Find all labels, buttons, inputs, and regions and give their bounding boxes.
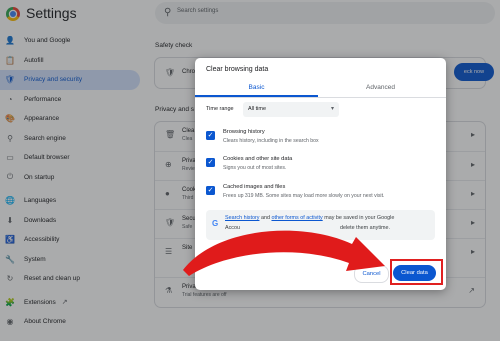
search-history-link[interactable]: Search history — [225, 215, 259, 221]
cancel-button[interactable]: Cancel — [354, 265, 389, 283]
option-subtitle: Frees up 319 MB. Some sites may load mor… — [223, 193, 385, 199]
dialog-title: Clear browsing data — [206, 66, 269, 73]
cached-images-checkbox[interactable]: ✓ — [206, 186, 215, 195]
clear-data-highlight — [390, 259, 443, 285]
clear-browsing-data-dialog: Clear browsing data Basic Advanced Time … — [195, 58, 446, 290]
notice-text: may be saved in your Google — [322, 215, 395, 221]
tab-basic[interactable]: Basic — [195, 80, 318, 96]
google-icon: G — [212, 219, 219, 228]
chevron-down-icon: ▾ — [330, 106, 334, 112]
time-range-label: Time range — [206, 106, 234, 112]
option-subtitle: Signs you out of most sites. — [223, 165, 287, 171]
notice-line-2: Accou delete them anytime. — [225, 225, 390, 231]
notice-text: Accou — [225, 225, 240, 231]
notice-text: delete them anytime. — [339, 225, 391, 231]
browsing-history-checkbox[interactable]: ✓ — [206, 131, 215, 140]
option-subtitle: Clears history, including in the search … — [223, 138, 319, 144]
cookies-checkbox[interactable]: ✓ — [206, 158, 215, 167]
other-activity-link[interactable]: other forms of activity — [271, 215, 322, 221]
time-range-value: All time — [248, 106, 267, 112]
option-title: Browsing history — [223, 129, 265, 135]
notice-line-1: Search history and other forms of activi… — [225, 215, 394, 221]
notice-text: and — [259, 215, 272, 221]
option-title: Cookies and other site data — [223, 156, 293, 162]
option-title: Cached images and files — [223, 184, 286, 190]
tab-advanced[interactable]: Advanced — [319, 80, 442, 96]
time-range-select[interactable]: All time ▾ — [243, 102, 339, 117]
google-activity-notice: G Search history and other forms of acti… — [206, 210, 435, 240]
tab-divider — [195, 97, 446, 98]
